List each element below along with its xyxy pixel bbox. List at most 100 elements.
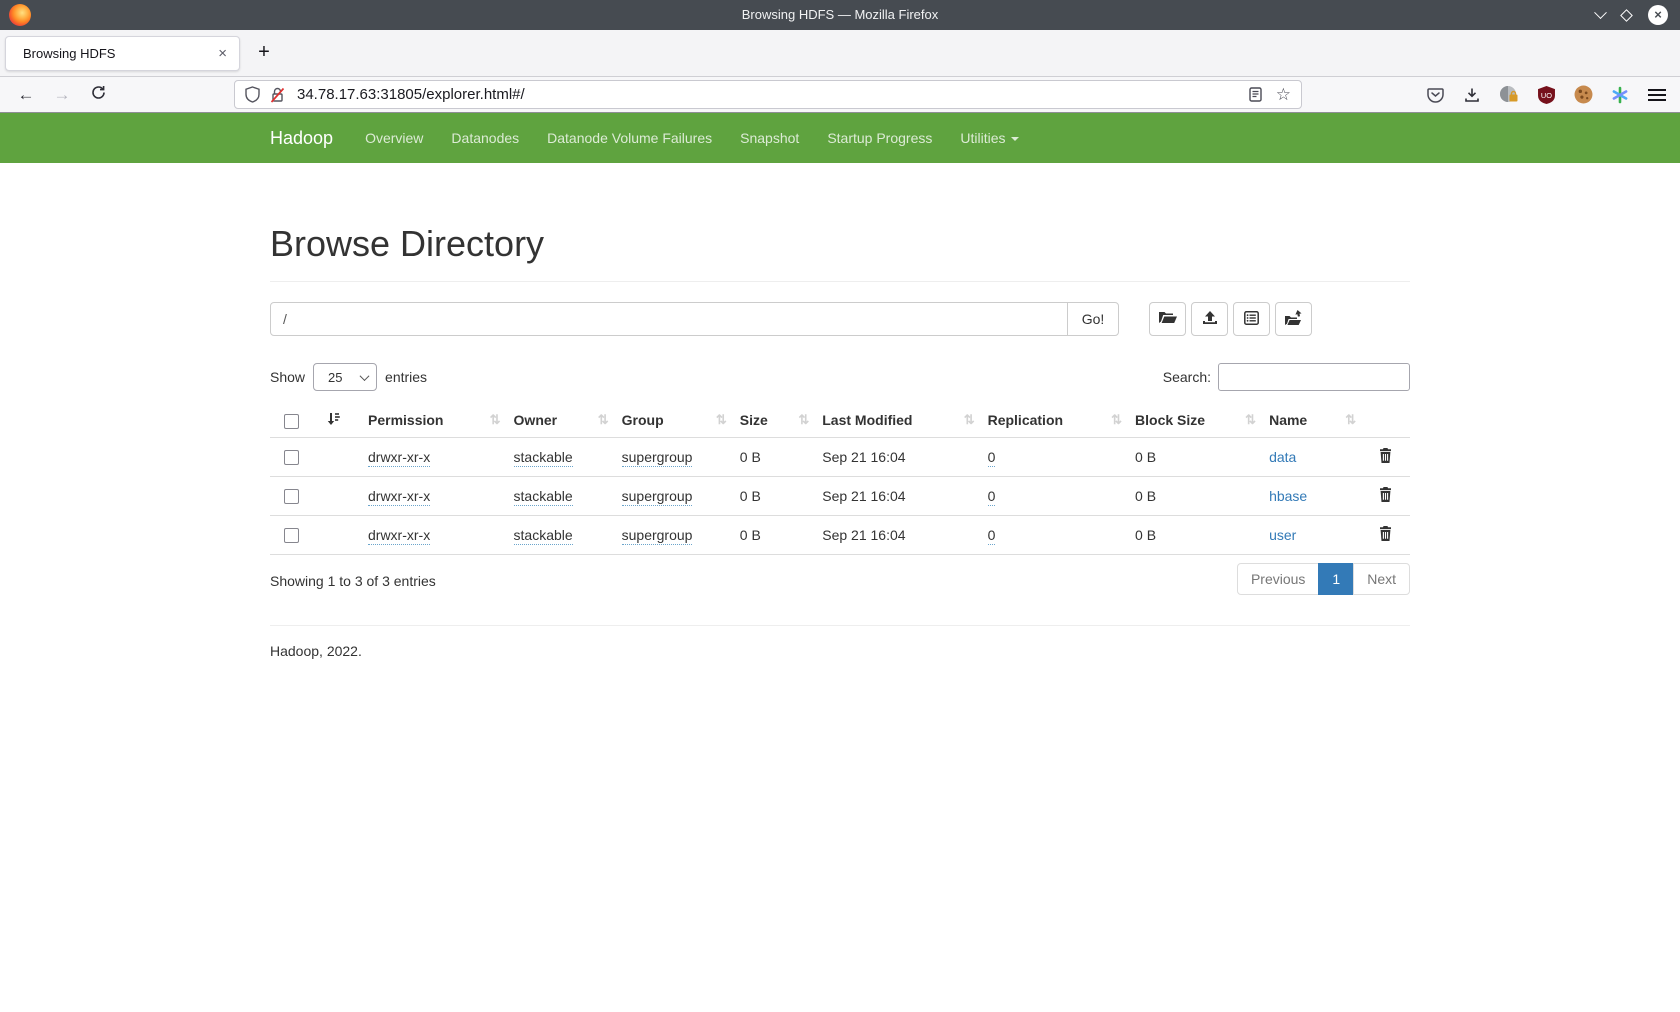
insecure-lock-icon[interactable] (270, 87, 285, 103)
svg-text:UO: UO (1540, 91, 1551, 100)
pocket-icon[interactable] (1424, 84, 1446, 106)
permission-cell[interactable]: drwxr-xr-x (368, 488, 430, 506)
parent-directory-button[interactable] (1149, 302, 1186, 336)
row-checkbox[interactable] (284, 450, 299, 465)
search-input[interactable] (1218, 363, 1410, 391)
cookie-extension-icon[interactable] (1572, 84, 1594, 106)
nav-item-datanodes[interactable]: Datanodes (437, 113, 533, 163)
sort-both-icon: ⇅ (1111, 412, 1122, 428)
directory-path-input[interactable] (270, 302, 1068, 336)
tab-browsing-hdfs[interactable]: Browsing HDFS × (5, 36, 240, 71)
table-row: drwxr-xr-x stackable supergroup 0 B Sep … (270, 437, 1410, 476)
forward-button: → (44, 85, 80, 105)
group-cell[interactable]: supergroup (622, 527, 693, 545)
sort-both-icon: ⇅ (798, 412, 809, 428)
pagination-page-1[interactable]: 1 (1318, 563, 1354, 595)
replication-cell[interactable]: 0 (988, 527, 996, 545)
show-label: Show (270, 369, 305, 385)
chevron-down-icon (1011, 137, 1019, 141)
sort-both-icon: ⇅ (964, 412, 975, 428)
menu-hamburger-icon[interactable] (1646, 84, 1668, 106)
nav-item-datanode-volume-failures[interactable]: Datanode Volume Failures (533, 113, 726, 163)
pagination-next[interactable]: Next (1353, 563, 1410, 595)
tab-title: Browsing HDFS (23, 46, 214, 61)
header-block-size[interactable]: Block Size⇅ (1127, 404, 1261, 437)
ublock-icon[interactable]: UO (1535, 84, 1557, 106)
browser-toolbar: ← → 34.78.17.63:31805/explorer.html#/ ☆ (0, 77, 1680, 113)
owner-cell[interactable]: stackable (514, 449, 573, 467)
folder-open-icon (1158, 310, 1177, 328)
upload-files-button[interactable] (1191, 302, 1228, 336)
block-size-cell: 0 B (1135, 488, 1156, 504)
url-text[interactable]: 34.78.17.63:31805/explorer.html#/ (297, 86, 1249, 103)
directory-table: Permission⇅ Owner⇅ Group⇅ Size⇅ Last Mod… (270, 404, 1410, 555)
directory-link-data[interactable]: data (1269, 449, 1296, 465)
new-tab-button[interactable]: + (250, 39, 278, 67)
table-info: Showing 1 to 3 of 3 entries (270, 573, 436, 589)
table-row: drwxr-xr-x stackable supergroup 0 B Sep … (270, 515, 1410, 554)
navbar-brand-hadoop[interactable]: Hadoop (270, 128, 333, 149)
table-header-row: Permission⇅ Owner⇅ Group⇅ Size⇅ Last Mod… (270, 404, 1410, 437)
shield-icon[interactable] (245, 86, 260, 103)
header-name[interactable]: Name⇅ (1261, 404, 1361, 437)
delete-button[interactable] (1379, 487, 1392, 505)
page-length-select[interactable]: 25 (313, 363, 377, 391)
nav-item-utilities[interactable]: Utilities (946, 113, 1032, 163)
sort-both-icon: ⇅ (1245, 412, 1256, 428)
footer-divider (270, 625, 1410, 626)
row-checkbox[interactable] (284, 489, 299, 504)
divider (270, 281, 1410, 282)
chevron-down-icon (360, 371, 370, 381)
header-group[interactable]: Group⇅ (614, 404, 732, 437)
delete-button[interactable] (1379, 448, 1392, 466)
reload-button[interactable] (80, 85, 116, 105)
nav-item-startup-progress[interactable]: Startup Progress (813, 113, 946, 163)
url-bar[interactable]: 34.78.17.63:31805/explorer.html#/ ☆ (234, 80, 1302, 109)
directory-link-user[interactable]: user (1269, 527, 1296, 543)
directory-link-hbase[interactable]: hbase (1269, 488, 1307, 504)
header-owner[interactable]: Owner⇅ (506, 404, 614, 437)
last-modified-cell: Sep 21 16:04 (822, 527, 905, 543)
go-button[interactable]: Go! (1067, 302, 1119, 336)
nav-item-snapshot[interactable]: Snapshot (726, 113, 813, 163)
delete-button[interactable] (1379, 526, 1392, 544)
cut-paste-button[interactable] (1233, 302, 1270, 336)
permission-cell[interactable]: drwxr-xr-x (368, 527, 430, 545)
window-minimize-icon[interactable] (1594, 6, 1607, 19)
row-checkbox[interactable] (284, 528, 299, 543)
permission-cell[interactable]: drwxr-xr-x (368, 449, 430, 467)
tab-close-icon[interactable]: × (214, 45, 231, 62)
group-cell[interactable]: supergroup (622, 449, 693, 467)
sort-both-icon: ⇅ (1345, 412, 1356, 428)
bookmark-star-icon[interactable]: ☆ (1276, 85, 1291, 105)
type-sort-header[interactable] (319, 404, 360, 437)
owner-cell[interactable]: stackable (514, 488, 573, 506)
create-directory-button[interactable] (1275, 302, 1312, 336)
window-maximize-icon[interactable] (1620, 9, 1633, 22)
download-icon[interactable] (1461, 84, 1483, 106)
replication-cell[interactable]: 0 (988, 488, 996, 506)
window-close-icon[interactable]: × (1648, 5, 1668, 25)
header-last-modified[interactable]: Last Modified⇅ (814, 404, 979, 437)
header-permission[interactable]: Permission⇅ (360, 404, 506, 437)
trash-icon (1379, 490, 1392, 505)
select-all-checkbox[interactable] (284, 414, 299, 429)
reader-mode-icon[interactable] (1249, 87, 1262, 102)
privacy-extension-icon[interactable] (1498, 84, 1520, 106)
upload-icon (1202, 310, 1218, 328)
nav-item-overview[interactable]: Overview (351, 113, 437, 163)
sort-both-icon: ⇅ (490, 412, 501, 428)
sort-both-icon: ⇅ (716, 412, 727, 428)
block-size-cell: 0 B (1135, 449, 1156, 465)
header-replication[interactable]: Replication⇅ (980, 404, 1127, 437)
replication-cell[interactable]: 0 (988, 449, 996, 467)
pagination-previous[interactable]: Previous (1237, 563, 1319, 595)
size-cell: 0 B (740, 488, 761, 504)
back-button[interactable]: ← (8, 85, 44, 105)
size-cell: 0 B (740, 449, 761, 465)
owner-cell[interactable]: stackable (514, 527, 573, 545)
group-cell[interactable]: supergroup (622, 488, 693, 506)
firefox-logo-icon (9, 4, 31, 26)
header-size[interactable]: Size⇅ (732, 404, 814, 437)
asterisk-extension-icon[interactable] (1609, 84, 1631, 106)
